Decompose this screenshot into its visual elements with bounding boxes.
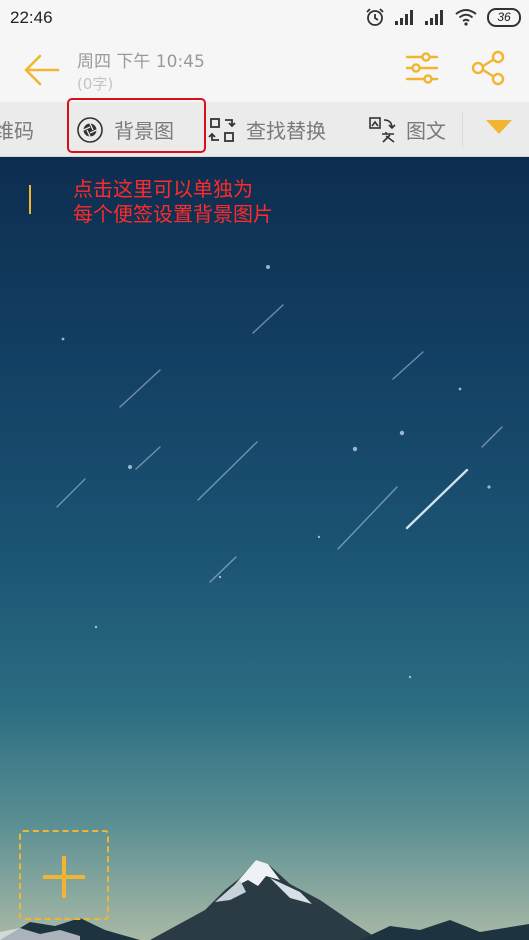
plus-icon-vertical (62, 856, 66, 898)
highlight-box (67, 98, 206, 153)
settings-sliders-icon[interactable] (404, 50, 440, 86)
find-replace-label: 查找替换 (246, 119, 326, 143)
annotation-line-1: 点击这里可以单独为 (73, 177, 253, 201)
starry-sky-image (56, 265, 503, 679)
expand-toolbar-icon[interactable] (486, 120, 512, 134)
add-button[interactable] (19, 830, 109, 920)
alarm-icon (366, 8, 384, 26)
text-caret (29, 185, 31, 214)
char-count: (0字) (77, 75, 114, 93)
toolbar-divider (462, 112, 463, 147)
status-icons: 36 (365, 7, 521, 27)
wifi-icon (455, 9, 477, 26)
back-arrow-icon[interactable] (20, 50, 62, 90)
annotation-text: 点击这里可以单独为 每个便签设置背景图片 (73, 177, 273, 227)
status-bar: 22:46 36 (0, 0, 529, 36)
qrcode-tool-label: 维码 (0, 119, 34, 143)
find-replace-icon (208, 117, 236, 142)
title-bar: 周四 下午 10:45 (0字) (0, 36, 529, 102)
image-to-text-icon (369, 116, 396, 143)
note-date: 周四 下午 10:45 (77, 52, 205, 72)
signal-icon (395, 10, 413, 25)
image-text-label: 图文 (406, 119, 446, 143)
find-replace-tool[interactable]: 查找替换 (208, 102, 326, 156)
annotation-line-2: 每个便签设置背景图片 (73, 202, 273, 226)
qrcode-tool[interactable]: 维码 (0, 102, 34, 156)
battery-indicator: 36 (487, 7, 521, 27)
share-icon[interactable] (470, 50, 506, 86)
signal-icon-2 (425, 10, 443, 25)
note-editor[interactable]: 点击这里可以单独为 每个便签设置背景图片 (0, 157, 529, 940)
status-time: 22:46 (10, 8, 53, 27)
image-text-tool[interactable]: 图文 (368, 102, 446, 156)
